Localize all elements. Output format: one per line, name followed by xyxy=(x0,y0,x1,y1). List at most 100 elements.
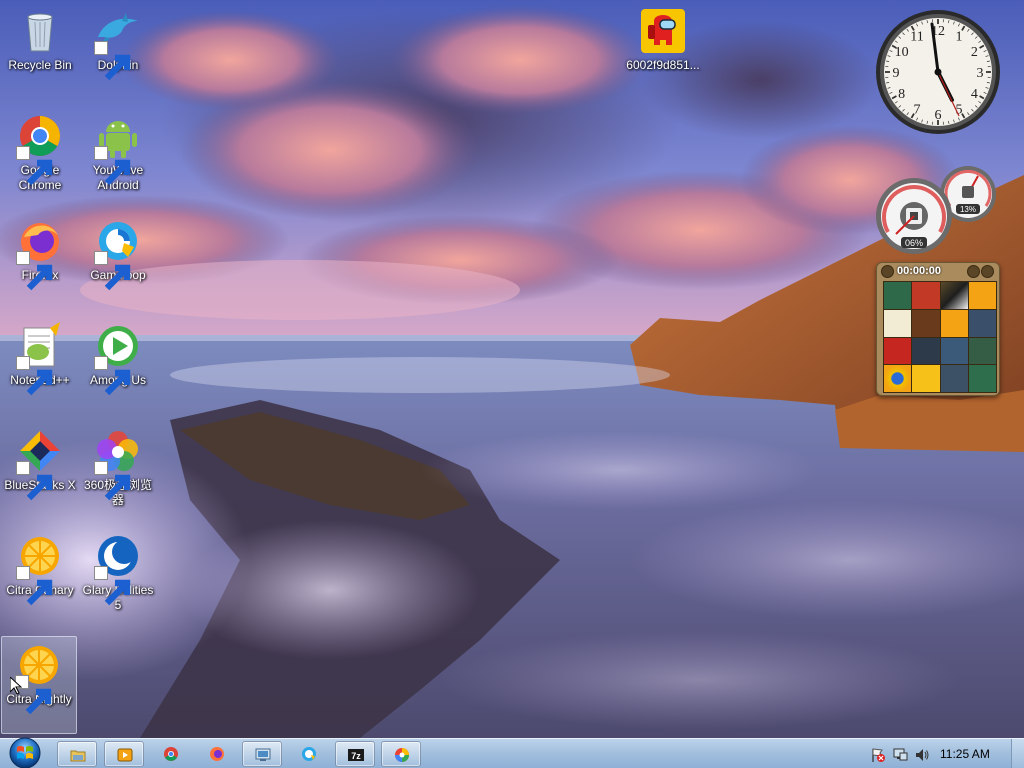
desktop-icon-glary-utilities[interactable]: Glary Utilities 5 xyxy=(80,528,156,626)
puzzle-tile[interactable] xyxy=(912,282,940,309)
help-icon[interactable] xyxy=(967,265,980,278)
shortcut-arrow-icon xyxy=(94,461,131,501)
clock-gadget[interactable]: 12 1 2 3 4 5 6 7 8 9 10 11 xyxy=(874,8,1002,136)
desktop-icon-recycle-bin[interactable]: Recycle Bin xyxy=(2,3,78,101)
puzzle-tile[interactable] xyxy=(912,365,940,392)
memory-usage-value: 13% xyxy=(960,205,976,214)
clock-numeral: 2 xyxy=(971,45,978,60)
android-icon xyxy=(94,112,142,186)
desktop-icon-label: Recycle Bin xyxy=(8,58,72,72)
taskbar-remote-desktop[interactable] xyxy=(242,741,282,767)
cpu-meter-gadget[interactable]: 13% 06% xyxy=(874,164,1000,256)
puzzle-tile[interactable] xyxy=(940,309,968,337)
picture-puzzle-gadget[interactable]: 00:00:00 xyxy=(876,262,1000,396)
clock-numeral: 10 xyxy=(895,45,909,60)
chrome-icon xyxy=(16,112,64,186)
puzzle-show-picture-icon[interactable] xyxy=(881,265,894,278)
puzzle-tile[interactable] xyxy=(940,365,968,392)
taskbar-media-player[interactable] xyxy=(104,741,144,767)
gameloop-icon xyxy=(302,747,316,761)
dolphin-icon xyxy=(94,7,142,81)
clock-face: 12 1234567891011 xyxy=(876,10,1000,134)
media-player-icon xyxy=(117,748,133,762)
desktop-icon-label: 6002f9d851... xyxy=(626,58,700,72)
remote-desktop-icon xyxy=(255,748,271,761)
show-desktop-button[interactable] xyxy=(1011,739,1024,768)
360-browser-icon xyxy=(395,748,409,762)
clock-numeral: 3 xyxy=(977,66,984,81)
bluestacks-icon xyxy=(16,427,64,501)
puzzle-tile[interactable] xyxy=(884,337,912,365)
puzzle-tile[interactable] xyxy=(968,365,996,392)
puzzle-tile[interactable] xyxy=(884,282,912,309)
puzzle-timer: 00:00:00 xyxy=(897,265,942,277)
puzzle-tile[interactable] xyxy=(912,337,940,365)
among-us-crewmate-icon xyxy=(639,7,687,55)
system-tray: 11:25 AM xyxy=(854,739,1024,768)
desktop-icon-youwave-android[interactable]: YouWave Android xyxy=(80,108,156,206)
firefox-icon xyxy=(210,747,224,761)
taskbar-firefox[interactable] xyxy=(197,741,237,767)
shortcut-arrow-icon xyxy=(94,251,131,291)
taskbar-chrome[interactable] xyxy=(151,741,191,767)
desktop-icon-google-chrome[interactable]: Google Chrome xyxy=(2,108,78,206)
puzzle-tile[interactable] xyxy=(884,309,912,337)
taskbar-7zip[interactable]: 7z xyxy=(335,741,375,767)
desktop-icon-among-us[interactable]: Among Us xyxy=(80,318,156,416)
taskbar-explorer[interactable] xyxy=(57,741,97,767)
recycle-bin-icon xyxy=(16,7,64,55)
desktop-icon-notepadpp[interactable]: Notepad++ xyxy=(2,318,78,416)
firefox-icon xyxy=(16,217,64,291)
taskbar-clock[interactable]: 11:25 AM xyxy=(940,747,990,761)
browser-360-icon xyxy=(94,427,142,501)
shortcut-arrow-icon xyxy=(16,146,53,186)
shortcut-arrow-icon xyxy=(94,41,131,81)
desktop-icon-firefox[interactable]: Firefox xyxy=(2,213,78,311)
shortcut-arrow-icon xyxy=(16,461,53,501)
shortcut-arrow-icon xyxy=(16,251,53,291)
desktop-icon-360-browser[interactable]: 360极速浏览器 xyxy=(80,423,156,521)
shortcut-arrow-icon xyxy=(94,566,131,606)
desktop-icon-gameloop[interactable]: Gameloop xyxy=(80,213,156,311)
clock-numeral: 6 xyxy=(935,108,942,123)
action-center-flag-icon[interactable] xyxy=(870,747,886,763)
puzzle-tile[interactable] xyxy=(968,282,996,309)
clock-numeral: 4 xyxy=(971,87,978,102)
desktop-icon-bluestacks[interactable]: BlueStacks X xyxy=(2,423,78,521)
windows-logo-icon xyxy=(9,737,41,768)
svg-text:7z: 7z xyxy=(351,751,361,761)
puzzle-tile[interactable] xyxy=(940,337,968,365)
clock-numeral: 11 xyxy=(910,30,923,45)
among-us-icon xyxy=(94,322,142,396)
mouse-cursor-icon xyxy=(10,677,22,695)
taskbar-360-browser[interactable] xyxy=(381,741,421,767)
citra-icon xyxy=(15,641,63,715)
taskbar: 7z 11:25 AM xyxy=(0,736,1024,768)
folder-icon xyxy=(70,750,86,762)
network-icon[interactable] xyxy=(892,747,908,763)
clock-numeral: 9 xyxy=(893,66,900,81)
glary-icon xyxy=(94,532,142,606)
puzzle-board[interactable] xyxy=(883,281,997,393)
puzzle-tile[interactable] xyxy=(884,365,912,392)
desktop-icon-dolphin[interactable]: Dolphin xyxy=(80,3,156,101)
puzzle-tile[interactable] xyxy=(968,337,996,365)
gameloop-icon xyxy=(94,217,142,291)
shortcut-arrow-icon xyxy=(94,356,131,396)
desktop-icon-citra-canary[interactable]: Citra Canary xyxy=(2,528,78,626)
puzzle-tile[interactable] xyxy=(968,309,996,337)
shortcut-arrow-icon xyxy=(94,146,131,186)
start-button[interactable] xyxy=(3,736,47,768)
chrome-icon xyxy=(164,747,178,761)
clock-numeral: 1 xyxy=(956,30,963,45)
taskbar-gameloop[interactable] xyxy=(289,741,329,767)
clock-numeral: 7 xyxy=(914,102,921,117)
shuffle-icon[interactable] xyxy=(981,265,994,278)
7zip-icon: 7z xyxy=(348,749,364,761)
puzzle-tile[interactable] xyxy=(912,309,940,337)
citra-icon xyxy=(16,532,64,606)
puzzle-tile[interactable] xyxy=(940,282,968,309)
notepadpp-icon xyxy=(16,322,64,396)
volume-icon[interactable] xyxy=(914,747,930,763)
desktop-icon-image-file[interactable]: 6002f9d851... xyxy=(624,3,702,101)
